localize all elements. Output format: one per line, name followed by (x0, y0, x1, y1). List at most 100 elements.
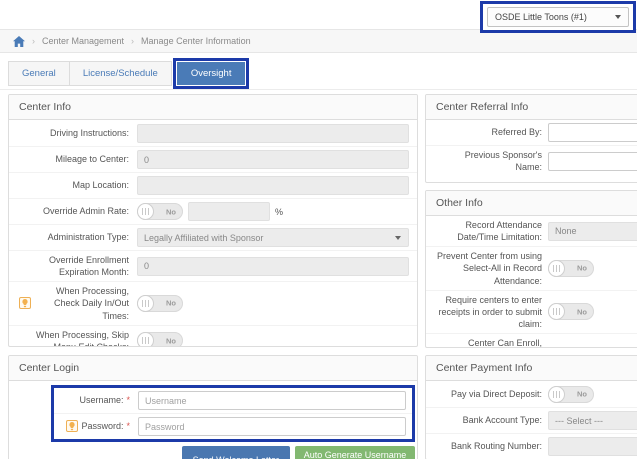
toggle-handle-icon (548, 303, 565, 321)
map-location-label: Map Location: (72, 180, 129, 191)
field-check-inout-times: When Processing, Check Daily In/Out Time… (9, 281, 417, 324)
center-referral-info-panel: Center Referral Info Referred By: Previo… (425, 94, 637, 183)
home-icon[interactable] (13, 35, 25, 47)
tab-content-oversight: Center Info Driving Instructions: Mileag… (0, 89, 637, 459)
override-enrollment-input (137, 256, 409, 276)
right-column: Center Referral Info Referred By: Previo… (425, 94, 637, 459)
field-referred-by: Referred By: (426, 120, 637, 145)
send-welcome-letter-button[interactable]: Send Welcome Letter (181, 446, 290, 459)
tab-license-schedule[interactable]: License/Schedule (69, 61, 172, 86)
previous-sponsor-name-input[interactable] (548, 151, 637, 171)
field-administration-type: Administration Type: Legally Affiliated … (9, 224, 417, 250)
check-inout-times-toggle[interactable]: No (137, 294, 183, 312)
center-selector-dropdown[interactable]: OSDE Little Toons (#1) (487, 7, 629, 27)
require-receipts-label: Require centers to enter receipts in ord… (438, 294, 542, 329)
field-username: Username: * (54, 388, 412, 413)
percent-unit-label: % (275, 206, 284, 217)
toggle-state-label: No (577, 263, 587, 273)
center-referral-info-title: Center Referral Info (426, 95, 637, 120)
field-can-enroll-withdraw: Center Can Enroll, Withdraw, and Reactiv… (426, 333, 637, 347)
administration-type-value: Legally Affiliated with Sponsor (144, 232, 264, 243)
driving-instructions-label: Driving Instructions: (49, 127, 129, 138)
field-prevent-select-all: Prevent Center from using Select-All in … (426, 246, 637, 289)
center-selector-value: OSDE Little Toons (#1) (495, 12, 587, 22)
administration-type-select[interactable]: Legally Affiliated with Sponsor (137, 228, 409, 247)
bank-account-type-label: Bank Account Type: (462, 415, 542, 426)
breadcrumb-separator: › (32, 36, 35, 46)
top-bar: OSDE Little Toons (#1) (0, 0, 637, 33)
administration-type-label: Administration Type: (47, 232, 129, 243)
check-inout-times-label: When Processing, Check Daily In/Out Time… (53, 286, 129, 321)
caret-down-icon (395, 235, 401, 240)
can-enroll-withdraw-toggle[interactable]: Yes (548, 346, 594, 347)
toggle-state-label: No (577, 307, 587, 317)
breadcrumb-current-page: Manage Center Information (141, 36, 251, 46)
bank-routing-number-input (548, 437, 637, 456)
lightbulb-icon (19, 297, 31, 310)
record-attendance-limitation-select[interactable]: None (548, 221, 637, 241)
password-input[interactable] (138, 417, 406, 436)
toggle-state-label: No (166, 298, 176, 308)
toggle-state-label: No (166, 207, 176, 216)
field-direct-deposit: Pay via Direct Deposit: No (426, 381, 637, 407)
tab-oversight[interactable]: Oversight (176, 62, 246, 85)
driving-instructions-input (137, 123, 409, 143)
other-info-panel: Other Info Record Attendance Date/Time L… (425, 190, 637, 348)
login-actions: Send Welcome Letter Auto Generate Userna… (9, 446, 415, 459)
require-receipts-toggle[interactable]: No (548, 303, 594, 321)
annotation-highlight-center-selector: OSDE Little Toons (#1) (480, 1, 636, 33)
left-column: Center Info Driving Instructions: Mileag… (8, 94, 418, 459)
mileage-to-center-input (137, 150, 409, 169)
field-override-enrollment-expiration: Override Enrollment Expiration Month: (9, 250, 417, 281)
toggle-handle-icon (137, 203, 154, 220)
annotation-highlight-oversight-tab: Oversight (172, 58, 250, 89)
field-override-admin-rate: Override Admin Rate: No % (9, 198, 417, 224)
bank-account-type-value: --- Select --- (555, 415, 603, 426)
skip-menu-edit-checks-label: When Processing, Skip Menu Edit Checks: (35, 329, 129, 347)
override-admin-rate-label: Override Admin Rate: (42, 206, 129, 217)
override-enrollment-label: Override Enrollment Expiration Month: (48, 255, 129, 278)
required-asterisk: * (126, 395, 130, 406)
record-attendance-limitation-label: Record Attendance Date/Time Limitation: (457, 220, 542, 243)
toggle-handle-icon (577, 346, 594, 347)
breadcrumb-separator: › (131, 36, 135, 46)
prevent-select-all-toggle[interactable]: No (548, 259, 594, 277)
field-bank-account-type: Bank Account Type: --- Select --- (426, 407, 637, 433)
center-login-panel: Center Login Username: * Username Passwo… (8, 355, 418, 459)
center-info-title: Center Info (9, 95, 417, 120)
username-label: Username: (79, 395, 124, 406)
toggle-handle-icon (548, 385, 565, 403)
override-admin-rate-input (188, 202, 270, 221)
tab-general[interactable]: General (8, 61, 70, 86)
bank-routing-number-label: Bank Routing Number: (450, 441, 542, 452)
override-admin-rate-toggle[interactable]: No (137, 203, 183, 220)
lightbulb-icon (66, 420, 79, 433)
record-attendance-limitation-value: None (555, 226, 577, 237)
tab-bar: General License/Schedule Oversight (8, 58, 637, 89)
referred-by-input[interactable] (548, 123, 637, 142)
required-asterisk: * (126, 421, 130, 432)
toggle-handle-icon (548, 259, 565, 277)
breadcrumb-center-management[interactable]: Center Management (42, 36, 124, 46)
center-payment-info-panel: Center Payment Info Pay via Direct Depos… (425, 355, 637, 459)
toggle-handle-icon (137, 294, 154, 312)
referred-by-label: Referred By: (491, 127, 542, 138)
field-driving-instructions: Driving Instructions: (9, 120, 417, 146)
center-info-panel: Center Info Driving Instructions: Mileag… (8, 94, 418, 347)
skip-menu-edit-checks-toggle[interactable]: No (137, 332, 183, 346)
password-label: Password: (81, 421, 124, 432)
direct-deposit-toggle[interactable]: No (548, 385, 594, 403)
field-require-receipts: Require centers to enter receipts in ord… (426, 289, 637, 333)
field-previous-sponsor-name: Previous Sponsor's Name: (426, 145, 637, 176)
auto-generate-username-password-button[interactable]: Auto Generate Username and Password (295, 446, 415, 459)
field-record-attendance-limitation: Record Attendance Date/Time Limitation: … (426, 216, 637, 246)
other-info-title: Other Info (426, 191, 637, 216)
prevent-select-all-label: Prevent Center from using Select-All in … (436, 251, 542, 286)
center-login-title: Center Login (9, 356, 417, 381)
toggle-state-label: No (166, 336, 176, 346)
username-input[interactable] (138, 391, 406, 410)
previous-sponsor-name-label: Previous Sponsor's Name: (464, 150, 542, 173)
field-skip-menu-edit-checks: When Processing, Skip Menu Edit Checks: … (9, 324, 417, 347)
direct-deposit-label: Pay via Direct Deposit: (450, 388, 542, 399)
center-payment-info-title: Center Payment Info (426, 356, 637, 381)
